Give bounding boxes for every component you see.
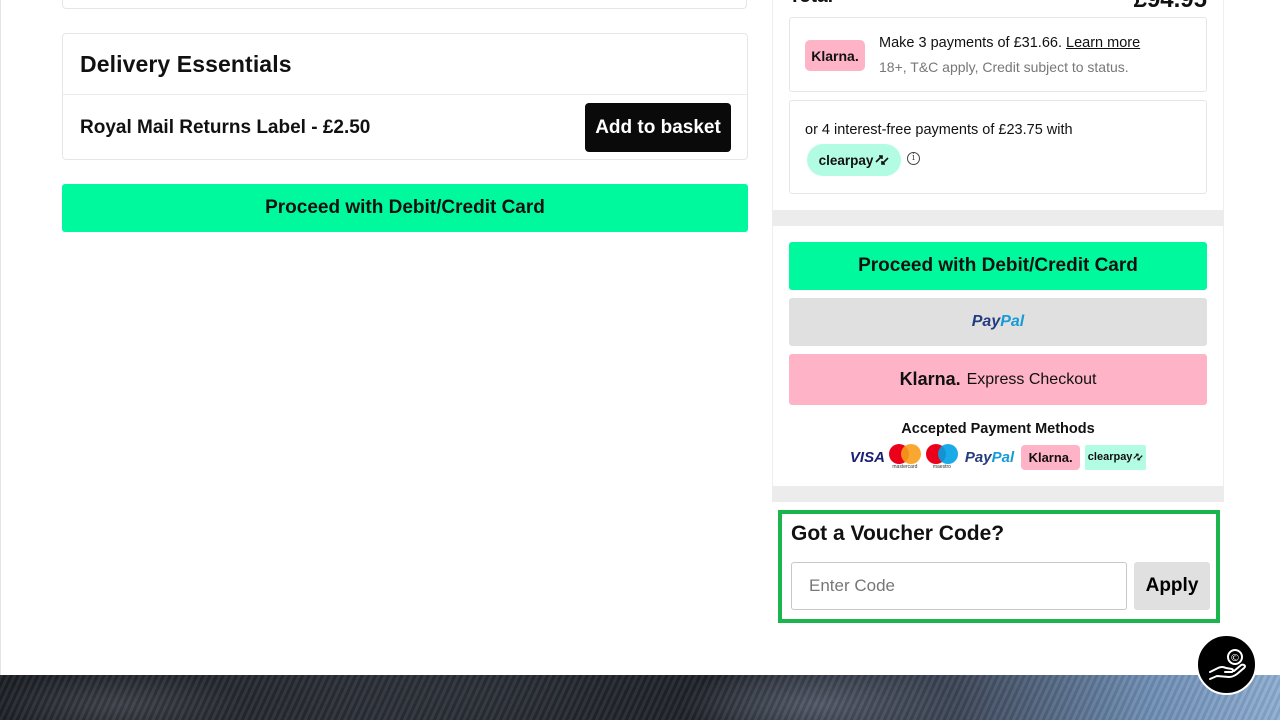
apply-voucher-button[interactable]: Apply: [1134, 562, 1210, 610]
paypal-logo-pal: Pal: [1000, 313, 1025, 330]
basket-card-bottom: [62, 0, 747, 9]
svg-text:©: ©: [1230, 653, 1240, 664]
voucher-section: Got a Voucher Code? Apply: [778, 510, 1220, 623]
panel-divider: [772, 486, 1224, 502]
clearpay-icon-text: clearpay: [1087, 451, 1133, 463]
page-left-border: [0, 0, 1, 675]
maestro-icon: maestro: [925, 444, 958, 470]
accepted-payment-title: Accepted Payment Methods: [901, 421, 1095, 437]
total-row: Total £94.95: [789, 0, 1207, 13]
total-label: Total: [789, 0, 833, 8]
proceed-card-button[interactable]: Proceed with Debit/Credit Card: [789, 242, 1207, 290]
panel-divider: [772, 210, 1224, 226]
visa-icon: VISA: [849, 448, 885, 466]
mastercard-caption: mastercard: [892, 464, 918, 470]
footer-denim-banner: [0, 675, 1280, 720]
voucher-title: Got a Voucher Code?: [791, 522, 1005, 545]
clearpay-promo-box: or 4 interest-free payments of £23.75 wi…: [789, 100, 1207, 194]
klarna-learn-more-link[interactable]: Learn more: [1066, 35, 1140, 51]
paypal-button[interactable]: PayPal: [789, 298, 1207, 346]
klarna-logo-icon: Klarna.: [899, 369, 961, 389]
hand-coin-icon[interactable]: ©: [1196, 634, 1257, 695]
klarna-logo-icon: Klarna.: [805, 40, 865, 71]
klarna-express-label: Express Checkout: [966, 370, 1097, 388]
delivery-essentials-header: Delivery Essentials: [63, 34, 747, 95]
hand-coin-icon-svg: ©: [1208, 648, 1246, 680]
clearpay-arrows-icon: [875, 155, 889, 165]
returns-label-text: Royal Mail Returns Label - £2.50: [80, 116, 371, 138]
total-value: £94.95: [1134, 0, 1207, 14]
delivery-essentials-title: Delivery Essentials: [80, 50, 292, 77]
mastercard-icon: mastercard: [888, 444, 921, 470]
maestro-caption: maestro: [932, 464, 951, 470]
clearpay-promo-text: or 4 interest-free payments of £23.75 wi…: [805, 122, 1073, 138]
returns-label-row: Royal Mail Returns Label - £2.50 Add to …: [63, 95, 747, 160]
klarna-promo-text: Make 3 payments of £31.66. Learn more: [879, 35, 1140, 51]
klarna-fine-print: 18+, T&C apply, Credit subject to status…: [879, 59, 1129, 75]
clearpay-logo-icon: clearpay: [807, 144, 901, 176]
paypal-logo-pay: Pay: [971, 313, 1001, 330]
clearpay-logo-text: clearpay: [818, 152, 874, 168]
voucher-code-input[interactable]: [791, 562, 1127, 610]
add-to-basket-button[interactable]: Add to basket: [585, 103, 731, 152]
klarna-promo-box: Klarna. Make 3 payments of £31.66. Learn…: [789, 17, 1207, 92]
delivery-essentials-card: Delivery Essentials Royal Mail Returns L…: [62, 33, 748, 160]
klarna-installment-text: Make 3 payments of £31.66.: [879, 35, 1062, 51]
paypal-icon: PayPal: [963, 449, 1016, 466]
clearpay-icon: clearpay: [1085, 444, 1147, 470]
info-icon[interactable]: i: [907, 152, 920, 165]
paypal-pal: Pal: [991, 448, 1015, 466]
klarna-icon: Klarna.: [1021, 444, 1081, 470]
paypal-pay: Pay: [964, 448, 992, 466]
klarna-express-checkout-button[interactable]: Klarna. Express Checkout: [789, 354, 1207, 405]
accepted-payment-icons: VISA mastercard maestro PayPal Klarna. c…: [772, 444, 1224, 470]
proceed-card-button-main[interactable]: Proceed with Debit/Credit Card: [62, 184, 748, 232]
